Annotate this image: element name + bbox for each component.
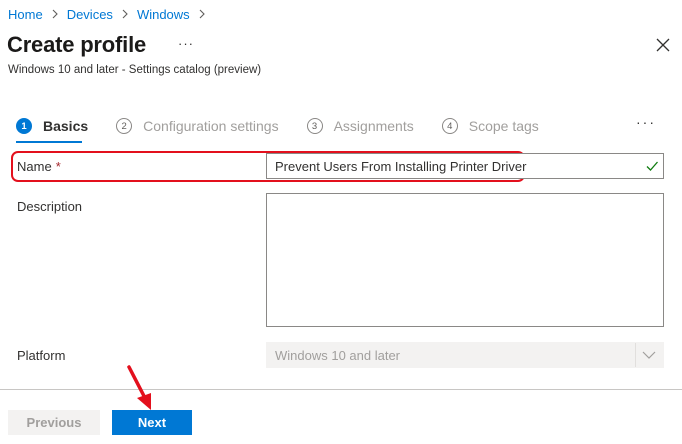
name-label-text: Name [17, 159, 52, 174]
platform-label: Platform [17, 348, 66, 363]
step-label: Configuration settings [143, 118, 279, 134]
dropdown-divider [635, 343, 636, 367]
description-label: Description [17, 199, 83, 214]
breadcrumb-devices[interactable]: Devices [67, 7, 113, 22]
step-number-badge: 2 [116, 118, 133, 134]
breadcrumb-windows[interactable]: Windows [137, 7, 190, 22]
checkmark-icon [646, 161, 658, 171]
close-button[interactable] [656, 38, 672, 54]
chevron-right-icon [51, 9, 59, 19]
previous-button[interactable]: Previous [8, 410, 100, 435]
page-title: Create profile [7, 32, 147, 57]
close-icon [656, 38, 670, 52]
step-label: Scope tags [468, 118, 539, 134]
step-label: Assignments [333, 118, 414, 134]
tab-assignments[interactable]: 3 Assignments [306, 118, 414, 134]
red-arrow-annotation [127, 365, 151, 410]
chevron-down-icon [642, 351, 656, 359]
chevron-right-icon [198, 9, 206, 19]
tab-scope-tags[interactable]: 4 Scope tags [441, 118, 539, 134]
step-number-badge: 3 [306, 118, 323, 134]
name-input[interactable] [266, 153, 664, 179]
breadcrumb-home[interactable]: Home [8, 7, 43, 22]
tab-basics[interactable]: 1 Basics [16, 118, 88, 134]
next-button[interactable]: Next [112, 410, 192, 435]
tab-configuration-settings[interactable]: 2 Configuration settings [116, 118, 279, 134]
more-options-button[interactable]: ··· [178, 36, 194, 51]
step-number-badge: 1 [16, 118, 32, 134]
name-label: Name * [17, 159, 61, 174]
wizard-steps: 1 Basics 2 Configuration settings 3 Assi… [16, 116, 567, 136]
required-marker: * [55, 159, 61, 174]
steps-more-button[interactable]: ··· [636, 114, 656, 130]
description-textarea[interactable] [266, 193, 664, 327]
breadcrumb: Home Devices Windows [8, 6, 214, 22]
chevron-right-icon [121, 9, 129, 19]
active-step-indicator [16, 141, 82, 143]
page-subtitle: Windows 10 and later - Settings catalog … [8, 64, 262, 76]
step-label: Basics [43, 118, 89, 134]
step-number-badge: 4 [441, 118, 458, 134]
footer-divider [0, 389, 682, 390]
platform-dropdown[interactable]: Windows 10 and later [266, 342, 664, 368]
platform-value: Windows 10 and later [275, 347, 401, 363]
